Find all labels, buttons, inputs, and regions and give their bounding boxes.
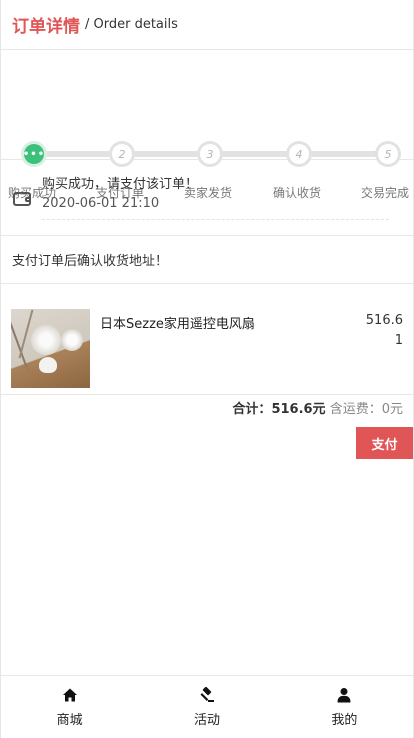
- user-icon: [337, 687, 351, 702]
- tab-activity-label: 活动: [193, 712, 220, 728]
- tab-me-label: 我的: [331, 712, 358, 728]
- address-notice[interactable]: 支付订单后确认收货地址！: [12, 250, 168, 269]
- order-progress: ••• 2 3 4 5 购买成功 支付订单 卖家发货 确认收货 交易完成: [1, 50, 413, 200]
- product-quantity: 1: [394, 333, 403, 348]
- page-title: 订单详情: [12, 17, 80, 37]
- bottom-tabbar: 商城 活动 我的: [1, 675, 413, 738]
- order-status: 购买成功，请支付该订单！ 2020-06-01 21:10: [1, 160, 413, 236]
- total-label: 合计：: [232, 402, 272, 417]
- product-price: 516.6: [365, 313, 403, 328]
- total-value: 516.6元: [271, 402, 326, 417]
- wallet-icon: [13, 192, 31, 206]
- page-header: 订单详情 / Order details: [1, 0, 413, 50]
- divider: [42, 219, 389, 220]
- gavel-icon: [200, 686, 214, 702]
- product-name[interactable]: 日本Sezze家用遥控电风扇: [100, 313, 255, 332]
- pay-button[interactable]: 支付: [356, 427, 413, 459]
- tab-me[interactable]: 我的: [276, 676, 413, 738]
- tab-mall[interactable]: 商城: [1, 676, 138, 738]
- home-icon: [62, 688, 77, 701]
- page-subtitle: / Order details: [85, 17, 178, 32]
- shipping-value: 0元: [381, 402, 403, 417]
- tab-mall-label: 商城: [56, 712, 83, 728]
- order-summary: 合计：516.6元 含运费：0元: [232, 398, 403, 417]
- shipping-label: 含运费：: [329, 402, 382, 417]
- product-image[interactable]: [11, 309, 90, 388]
- status-time: 2020-06-01 21:10: [42, 196, 160, 211]
- tab-activity[interactable]: 活动: [138, 676, 275, 738]
- order-item[interactable]: 日本Sezze家用遥控电风扇 516.6 1: [1, 283, 413, 395]
- status-message: 购买成功，请支付该订单！: [42, 177, 199, 192]
